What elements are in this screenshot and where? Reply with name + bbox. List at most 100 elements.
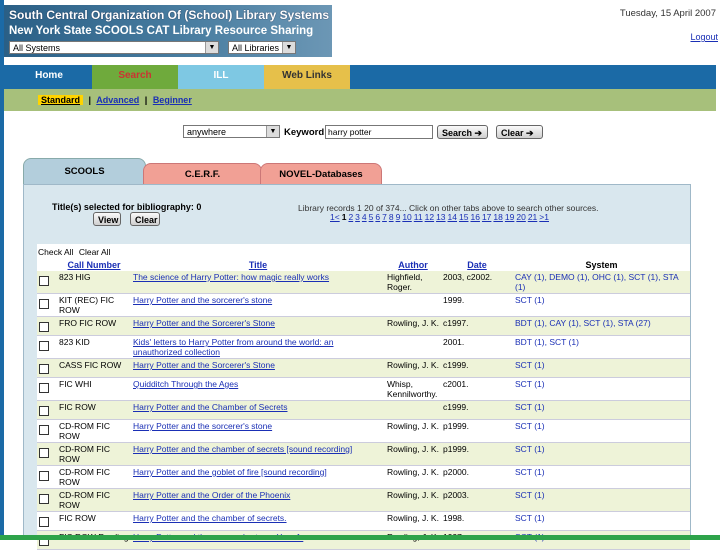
title-sort-link[interactable]: Title	[249, 260, 267, 270]
keyword-input[interactable]	[325, 125, 433, 139]
title-link[interactable]: Harry Potter and the Order of the Phoeni…	[133, 490, 290, 500]
system-holdings[interactable]: SCT (1)	[515, 513, 545, 523]
page-link[interactable]: 6	[375, 212, 380, 222]
title-link[interactable]: Harry Potter and the Sorcerer's Stone	[133, 360, 275, 370]
view-button[interactable]: View	[93, 212, 121, 226]
table-row: 823 HIG The science of Harry Potter: how …	[37, 271, 690, 294]
nav-tab-ill[interactable]: ILL	[178, 65, 264, 89]
row-checkbox[interactable]	[39, 299, 49, 309]
row-checkbox[interactable]	[39, 276, 49, 286]
row-checkbox[interactable]	[39, 383, 49, 393]
system-holdings[interactable]: BDT (1), CAY (1), SCT (1), STA (27)	[515, 318, 651, 328]
page-link[interactable]: 2	[348, 212, 353, 222]
title-link[interactable]: Harry Potter and the Sorcerer's Stone	[133, 318, 275, 328]
nav-tab-home[interactable]: Home	[6, 65, 92, 89]
page-link[interactable]: 9	[396, 212, 401, 222]
date-sort-link[interactable]: Date	[467, 260, 487, 270]
page-link[interactable]: 5	[369, 212, 374, 222]
author-cell	[385, 293, 441, 317]
libraries-select[interactable]: All Libraries ▼	[228, 41, 296, 54]
title-link[interactable]: Quidditch Through the Ages	[133, 379, 238, 389]
title-link[interactable]: Harry Potter and the sorcerer's stone	[133, 421, 272, 431]
table-row: KIT (REC) FIC ROW Harry Potter and the so…	[37, 293, 690, 317]
title-link[interactable]: Harry Potter and the Chamber of Secrets	[133, 402, 288, 412]
clear-bibliography-button[interactable]: Clear	[130, 212, 160, 226]
system-holdings[interactable]: SCT (1)	[515, 360, 545, 370]
bottom-strip	[0, 535, 720, 540]
page-link[interactable]: 12	[425, 212, 434, 222]
column-header-date[interactable]: Date	[441, 258, 513, 271]
table-row: CD-ROM FIC ROW Harry Potter and the chamb…	[37, 442, 690, 466]
search-field-select[interactable]: anywhere ▼	[183, 125, 280, 138]
page-link[interactable]: 15	[459, 212, 468, 222]
row-select-cell	[37, 400, 57, 420]
beginner-link[interactable]: Beginner	[153, 95, 192, 105]
system-holdings[interactable]: SCT (1)	[515, 295, 545, 305]
page-link[interactable]: 21	[528, 212, 537, 222]
nav-tab-web-links[interactable]: Web Links	[264, 65, 350, 89]
title-link[interactable]: Harry Potter and the chamber of secrets …	[133, 444, 352, 454]
row-checkbox[interactable]	[39, 517, 49, 527]
page-link[interactable]: 18	[493, 212, 502, 222]
column-header-call-number[interactable]: Call Number	[57, 258, 131, 271]
page-link[interactable]: 19	[505, 212, 514, 222]
author-cell: Rowling, J. K.	[385, 488, 441, 512]
title-link[interactable]: Harry Potter and the goblet of fire [sou…	[133, 467, 327, 477]
tab-cerf[interactable]: C.E.R.F.	[143, 163, 262, 186]
title-link[interactable]: Harry Potter and the sorcerer's stone	[133, 295, 272, 305]
check-all-link[interactable]: Check All	[38, 247, 73, 257]
page-link[interactable]: 8	[389, 212, 394, 222]
system-holdings[interactable]: SCT (1)	[515, 402, 545, 412]
title-link[interactable]: Kids' letters to Harry Potter from aroun…	[133, 337, 334, 357]
nav-tab-search[interactable]: Search	[92, 65, 178, 89]
call-number-sort-link[interactable]: Call Number	[67, 260, 120, 270]
page-link[interactable]: 20	[516, 212, 525, 222]
advanced-link[interactable]: Advanced	[96, 95, 139, 105]
page-link[interactable]: 3	[355, 212, 360, 222]
system-holdings[interactable]: CAY (1), DEMO (1), OHC (1), SCT (1), STA…	[515, 272, 678, 292]
row-checkbox[interactable]	[39, 494, 49, 504]
page-link[interactable]: 1<	[330, 212, 340, 222]
clear-all-link[interactable]: Clear All	[79, 247, 111, 257]
search-button[interactable]: Search ➔	[437, 125, 488, 139]
system-holdings[interactable]: SCT (1)	[515, 421, 545, 431]
author-cell: Rowling, J. K.	[385, 358, 441, 378]
row-select-cell	[37, 293, 57, 317]
page-link[interactable]: 17	[482, 212, 491, 222]
page-link[interactable]: 16	[470, 212, 479, 222]
system-holdings[interactable]: SCT (1)	[515, 467, 545, 477]
system-holdings[interactable]: BDT (1), SCT (1)	[515, 337, 579, 347]
title-link[interactable]: The science of Harry Potter: how magic r…	[133, 272, 329, 282]
system-holdings[interactable]: SCT (1)	[515, 490, 545, 500]
systems-select[interactable]: All Systems ▼	[9, 41, 219, 54]
tab-novel-databases[interactable]: NOVEL-Databases	[260, 163, 382, 186]
clear-search-button[interactable]: Clear ➔	[496, 125, 543, 139]
chevron-down-icon: ▼	[205, 42, 218, 53]
page-link[interactable]: >1	[539, 212, 549, 222]
page-link[interactable]: 11	[414, 212, 423, 222]
column-header-title[interactable]: Title	[131, 258, 385, 271]
page-link[interactable]: 10	[402, 212, 411, 222]
system-holdings[interactable]: SCT (1)	[515, 444, 545, 454]
column-header-author[interactable]: Author	[385, 258, 441, 271]
author-sort-link[interactable]: Author	[398, 260, 428, 270]
row-checkbox[interactable]	[39, 341, 49, 351]
row-checkbox[interactable]	[39, 364, 49, 374]
row-checkbox[interactable]	[39, 425, 49, 435]
row-checkbox[interactable]	[39, 448, 49, 458]
standard-link[interactable]: Standard	[38, 95, 84, 105]
page-link[interactable]: 4	[362, 212, 367, 222]
page-link[interactable]: 13	[436, 212, 445, 222]
system-cell: BDT (1), SCT (1)	[513, 335, 690, 359]
tab-scools[interactable]: SCOOLS	[23, 158, 146, 186]
system-holdings[interactable]: SCT (1)	[515, 379, 545, 389]
page-link[interactable]: 14	[448, 212, 457, 222]
title-link[interactable]: Harry Potter and the chamber of secrets.	[133, 513, 287, 523]
row-checkbox[interactable]	[39, 406, 49, 416]
row-checkbox[interactable]	[39, 471, 49, 481]
row-checkbox[interactable]	[39, 322, 49, 332]
libraries-select-value: All Libraries	[232, 43, 280, 53]
logout-link[interactable]: Logout	[690, 32, 718, 42]
page-link[interactable]: 7	[382, 212, 387, 222]
row-select-cell	[37, 358, 57, 378]
